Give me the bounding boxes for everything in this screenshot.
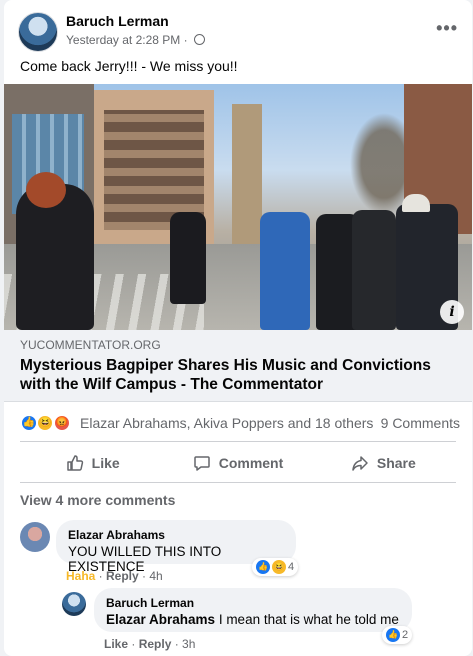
author-name[interactable]: Baruch Lerman xyxy=(66,13,169,29)
like-reaction-icon: 👍 xyxy=(256,560,270,574)
comment-mention[interactable]: Elazar Abrahams xyxy=(106,612,215,627)
comment-body: I mean that is what he told me xyxy=(215,612,399,627)
link-preview[interactable]: YUCOMMENTATOR.ORG Mysterious Bagpiper Sh… xyxy=(4,330,472,402)
share-button[interactable]: Share xyxy=(311,446,456,480)
student xyxy=(260,212,310,330)
link-preview-image[interactable]: i xyxy=(4,84,472,330)
angry-reaction-icon: 😡 xyxy=(52,414,71,432)
post-meta: Yesterday at 2:28 PM · xyxy=(66,33,205,47)
comment-count[interactable]: 9 Comments xyxy=(381,415,460,431)
comment-meta: Haha · Reply · 4h xyxy=(66,569,163,583)
share-icon xyxy=(352,456,368,471)
commenter-name[interactable]: Baruch Lerman xyxy=(106,596,400,610)
post-card: Baruch Lerman Yesterday at 2:28 PM · •••… xyxy=(4,0,472,656)
commenter-name[interactable]: Elazar Abrahams xyxy=(68,528,284,542)
comment-time[interactable]: 4h xyxy=(149,569,162,583)
reaction-icons[interactable]: 👍 😆 😡 xyxy=(20,412,71,432)
tower xyxy=(232,104,262,254)
author-avatar[interactable] xyxy=(18,12,58,52)
comment-my-reaction[interactable]: Haha xyxy=(66,569,95,583)
reply-button[interactable]: Reply xyxy=(139,637,172,651)
comment-reaction-count: 4 xyxy=(288,561,295,573)
comment-bubble: Baruch Lerman Elazar Abrahams I mean tha… xyxy=(94,588,412,632)
divider xyxy=(20,482,456,483)
comment-text: Elazar Abrahams I mean that is what he t… xyxy=(106,612,400,627)
comment-label: Comment xyxy=(218,455,284,471)
like-label: Like xyxy=(91,455,120,471)
share-label: Share xyxy=(376,455,416,471)
commenter-avatar[interactable] xyxy=(62,592,86,616)
post-actions: Like Comment Share xyxy=(20,446,456,480)
comment-meta: Like · Reply · 3h xyxy=(104,637,196,651)
post-caption: Come back Jerry!!! - We miss you!! xyxy=(20,58,238,74)
comment-reaction-count: 2 xyxy=(402,629,409,641)
info-icon[interactable]: i xyxy=(440,300,464,324)
thumbs-up-icon xyxy=(66,455,83,471)
commenter-avatar[interactable] xyxy=(20,522,50,552)
reply-button[interactable]: Reply xyxy=(106,569,139,583)
comment-button[interactable]: Comment xyxy=(165,446,310,480)
post-header: Baruch Lerman Yesterday at 2:28 PM · ••• xyxy=(18,12,458,52)
student-cap xyxy=(402,194,430,212)
comment-reaction-badge[interactable]: 👍 2 xyxy=(382,626,413,644)
globe-icon xyxy=(193,34,205,45)
comment-reaction-badge[interactable]: 👍 😆 4 xyxy=(252,558,299,576)
pedestrian xyxy=(170,212,206,304)
haha-reaction-icon: 😆 xyxy=(272,560,286,574)
like-reaction-icon: 👍 xyxy=(20,414,38,432)
student xyxy=(352,210,396,330)
link-title[interactable]: Mysterious Bagpiper Shares His Music and… xyxy=(20,356,456,394)
comment-like-button[interactable]: Like xyxy=(104,637,128,651)
like-button[interactable]: Like xyxy=(20,446,165,480)
link-domain: YUCOMMENTATOR.ORG xyxy=(20,338,161,352)
comment-time[interactable]: 3h xyxy=(182,637,195,651)
divider xyxy=(20,441,456,442)
bagpiper-hat xyxy=(26,172,66,208)
haha-reaction-icon: 😆 xyxy=(36,414,55,432)
more-options-icon[interactable]: ••• xyxy=(436,18,458,39)
like-reaction-icon: 👍 xyxy=(386,628,400,642)
reaction-names[interactable]: Elazar Abrahams, Akiva Poppers and 18 ot… xyxy=(80,415,373,431)
comment-icon xyxy=(193,456,210,471)
post-timestamp[interactable]: Yesterday at 2:28 PM · xyxy=(66,33,188,47)
view-more-comments[interactable]: View 4 more comments xyxy=(20,492,175,508)
